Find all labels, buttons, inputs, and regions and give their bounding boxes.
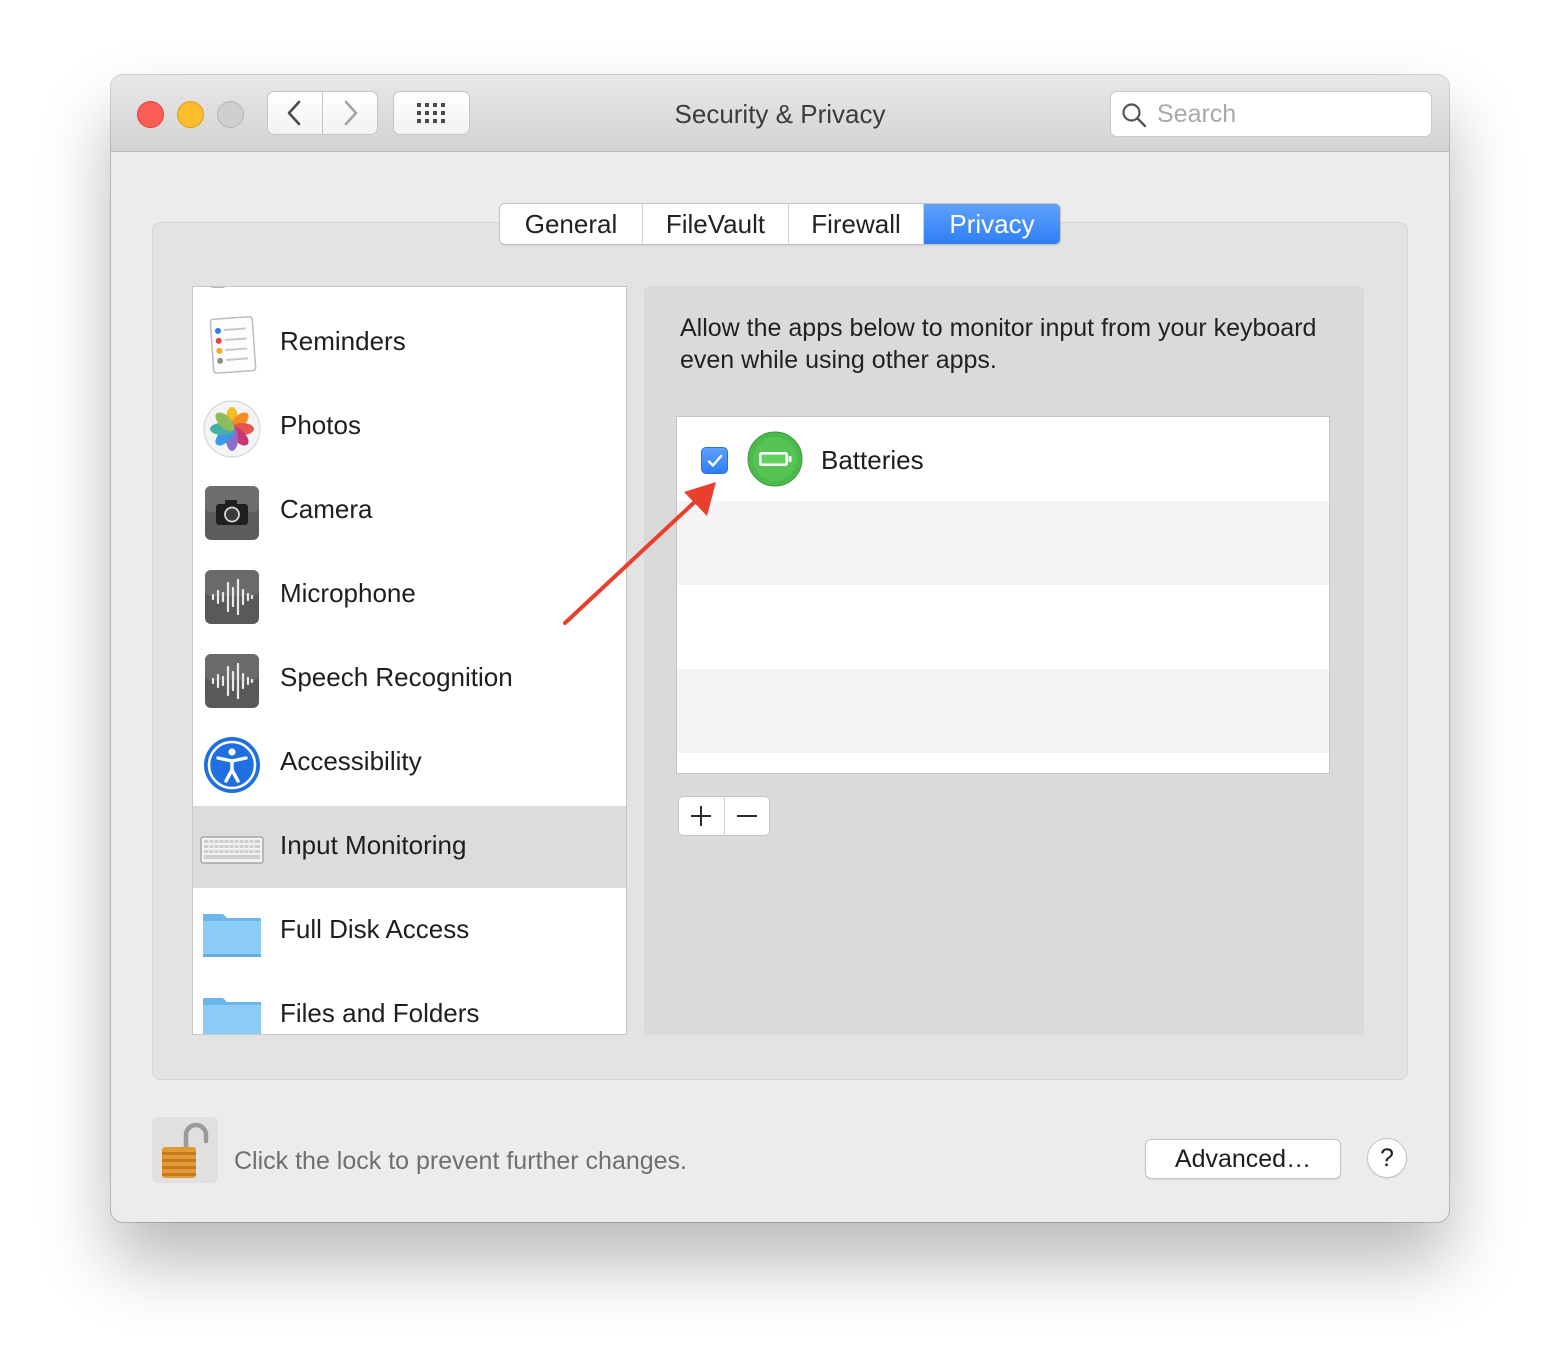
sidebar-item-label: Speech Recognition <box>280 662 513 692</box>
reminders-icon <box>209 316 257 374</box>
sidebar-item-label: Accessibility <box>280 746 422 776</box>
keyboard-icon <box>200 836 264 864</box>
add-remove-controls <box>678 796 770 836</box>
tab-filevault[interactable]: FileVault <box>643 204 789 244</box>
description-text: Allow the apps below to monitor input fr… <box>680 314 1317 374</box>
sidebar-item-microphone[interactable]: Microphone <box>193 554 626 636</box>
tab-general[interactable]: General <box>500 204 643 244</box>
photos-icon <box>203 400 261 458</box>
battery-icon <box>747 431 803 487</box>
sidebar-item-reminders[interactable]: Reminders <box>193 302 626 384</box>
tab-privacy[interactable]: Privacy <box>924 204 1060 244</box>
list-row-empty <box>677 501 1329 585</box>
speech-recognition-icon <box>205 654 259 708</box>
sidebar-item-camera[interactable]: Camera <box>193 470 626 552</box>
add-app-button[interactable] <box>679 797 725 835</box>
sidebar-item-label: Camera <box>280 494 373 524</box>
sidebar-item-label: Input Monitoring <box>280 830 467 860</box>
search-input[interactable] <box>1155 98 1419 130</box>
list-row-empty <box>677 669 1329 753</box>
list-item-batteries[interactable]: Batteries <box>677 417 1329 501</box>
microphone-icon <box>205 570 259 624</box>
search-icon <box>1122 103 1147 128</box>
app-name: Batteries <box>821 445 924 475</box>
sidebar-item-accessibility[interactable]: Accessibility <box>193 722 626 804</box>
folder-icon <box>203 914 261 957</box>
checkmark-icon <box>707 454 722 467</box>
accessibility-icon <box>204 737 260 793</box>
remove-app-button[interactable] <box>725 797 770 835</box>
lock-status-text: Click the lock to prevent further change… <box>234 1147 688 1175</box>
sidebar-item-label: Full Disk Access <box>280 914 470 944</box>
tab-firewall[interactable]: Firewall <box>789 204 924 244</box>
sidebar-item-input-monitoring[interactable]: Input Monitoring <box>193 806 626 888</box>
title-bar: Security & Privacy <box>111 75 1449 152</box>
sidebar-item-full-disk-access[interactable]: Full Disk Access <box>193 890 626 972</box>
folder-icon <box>203 998 261 1034</box>
sidebar-item-photos[interactable]: Photos <box>193 386 626 468</box>
sidebar-item-label: Photos <box>280 410 361 440</box>
app-checkbox[interactable] <box>701 447 728 474</box>
help-button[interactable]: ? <box>1367 1138 1407 1178</box>
sidebar-item-label: Files and Folders <box>280 998 480 1028</box>
plus-icon <box>691 806 712 826</box>
detail-pane: Allow the apps below to monitor input fr… <box>644 286 1364 1035</box>
camera-icon <box>205 486 259 540</box>
advanced-button[interactable]: Advanced… <box>1145 1139 1341 1179</box>
unlocked-padlock-icon <box>162 1122 209 1178</box>
lock-button[interactable] <box>152 1117 218 1183</box>
privacy-category-list[interactable]: Reminders Photos Camera Microphone Speec… <box>192 286 627 1035</box>
minus-icon <box>736 815 757 817</box>
tab-bar: General FileVault Firewall Privacy <box>499 203 1061 245</box>
app-list[interactable]: Batteries <box>676 416 1330 774</box>
search-field[interactable] <box>1110 91 1432 137</box>
sidebar-item-speech-recognition[interactable]: Speech Recognition <box>193 638 626 720</box>
sidebar-item-label: Reminders <box>280 326 406 356</box>
list-item-partial <box>193 287 626 291</box>
preferences-window: Security & Privacy General FileVault Fir… <box>111 75 1449 1222</box>
list-row-empty <box>677 585 1329 669</box>
sidebar-item-label: Microphone <box>280 578 416 608</box>
sidebar-item-files-and-folders[interactable]: Files and Folders <box>193 974 626 1034</box>
